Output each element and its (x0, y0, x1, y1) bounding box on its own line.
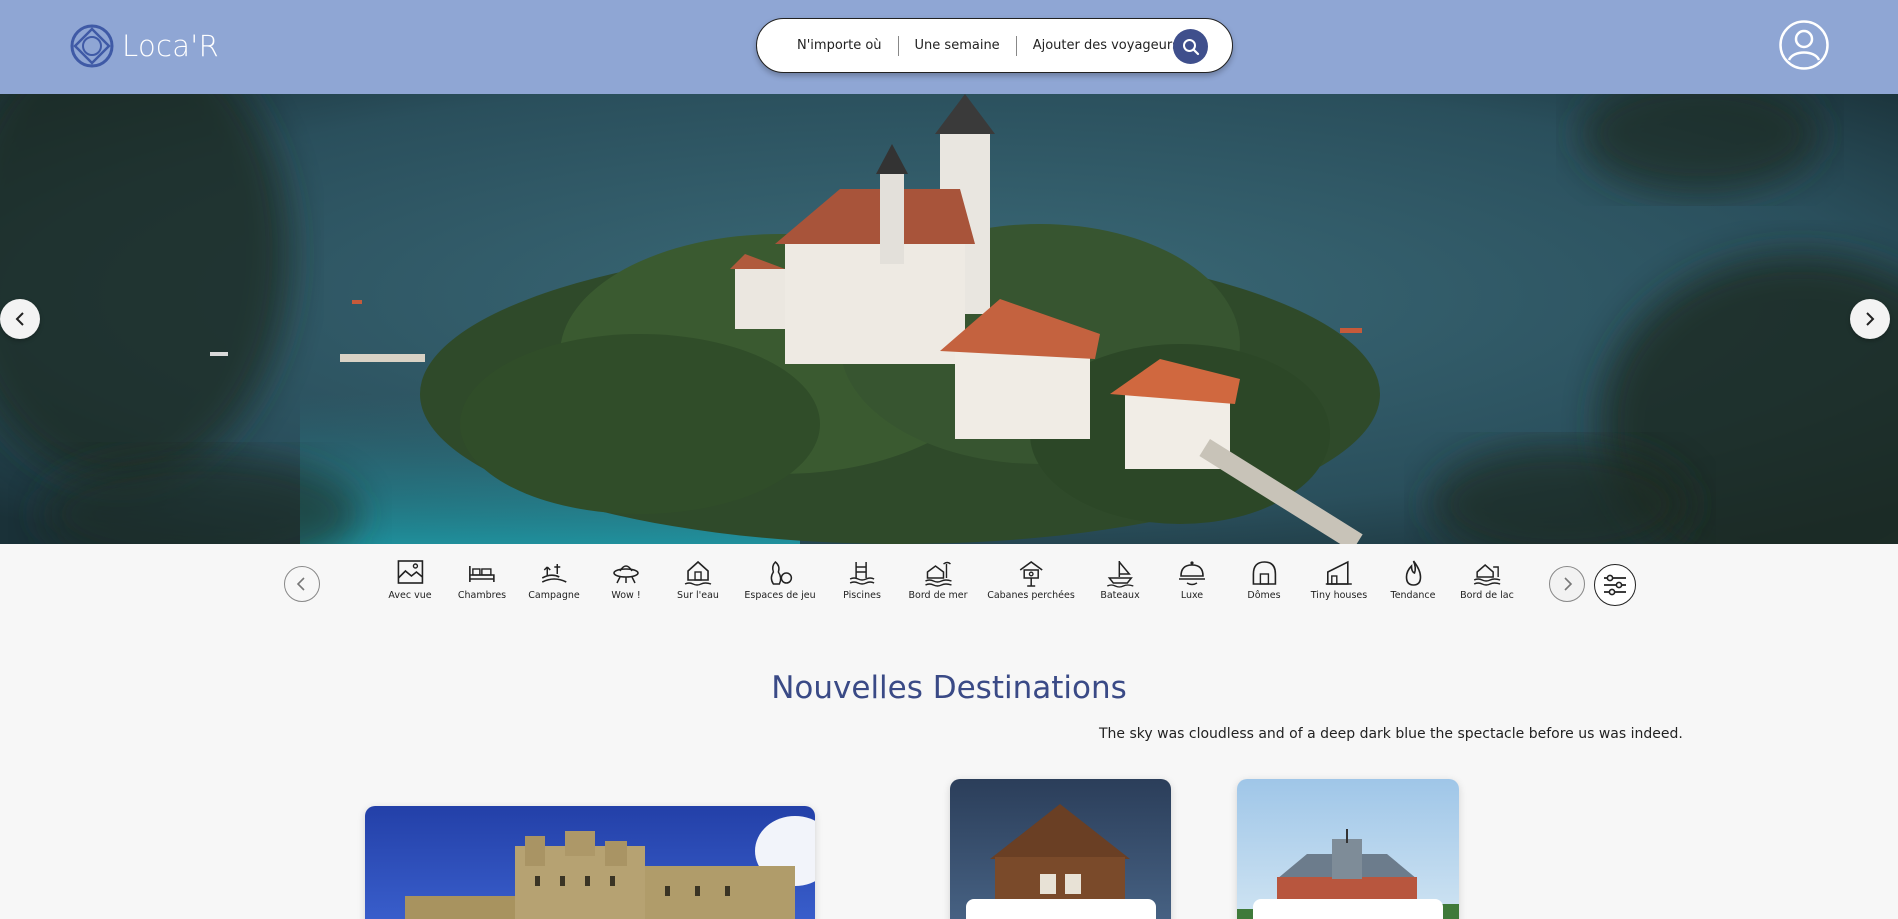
chevron-right-icon (1866, 312, 1875, 326)
categories-next-button[interactable] (1549, 566, 1585, 602)
landscape-frame-icon (397, 560, 423, 584)
search-bar[interactable]: N'importe où Une semaine Ajouter des voy… (756, 18, 1233, 73)
category-label: Campagne (528, 590, 580, 601)
category-luxe[interactable]: Luxe (1177, 558, 1207, 601)
logo-mark-icon (70, 24, 114, 68)
hero-image (0, 94, 1898, 544)
category-label: Cabanes perchées (987, 590, 1075, 601)
manor-image (1237, 779, 1459, 919)
category-domes[interactable]: Dômes (1247, 558, 1281, 601)
category-bord-de-mer[interactable]: Bord de mer (908, 558, 968, 601)
category-label: Luxe (1180, 590, 1204, 601)
category-cabanes-perchees[interactable]: Cabanes perchées (987, 558, 1075, 601)
category-chambres[interactable]: Chambres (458, 558, 506, 601)
destination-card[interactable] (365, 806, 815, 919)
beach-house-icon (924, 561, 952, 587)
category-bateaux[interactable]: Bateaux (1100, 558, 1140, 601)
search-icon (1182, 38, 1199, 55)
pool-icon (849, 562, 875, 585)
bowling-icon (770, 560, 792, 585)
section-subtitle: The sky was cloudless and of a deep dark… (1099, 726, 1683, 742)
account-icon[interactable] (1779, 20, 1829, 70)
countryside-icon (541, 564, 567, 583)
site-header: Loca'R N'importe où Une semaine Ajouter … (0, 0, 1898, 94)
chevron-right-icon (1564, 577, 1573, 591)
search-who[interactable]: Ajouter des voyageurs (1033, 38, 1179, 53)
search-divider (1015, 35, 1017, 56)
search-when[interactable]: Une semaine (915, 38, 1000, 53)
category-piscines[interactable]: Piscines (843, 558, 881, 601)
bed-icon (469, 566, 495, 582)
card-caption (966, 899, 1156, 919)
flame-icon (1405, 560, 1421, 586)
search-button[interactable] (1173, 29, 1208, 64)
category-label: Bord de lac (1460, 590, 1514, 601)
cloche-icon (1179, 561, 1205, 586)
category-label: Dômes (1247, 590, 1281, 601)
boat-icon (1106, 561, 1134, 588)
ufo-icon (613, 565, 639, 584)
hero-prev-button[interactable] (0, 299, 40, 339)
chevron-left-icon (15, 312, 24, 326)
logo-text: Loca'R (122, 29, 220, 63)
category-label: Tendance (1390, 590, 1436, 601)
category-label: Bateaux (1100, 590, 1140, 601)
logo[interactable]: Loca'R (70, 24, 219, 68)
search-divider (897, 35, 899, 56)
tiny-house-icon (1325, 560, 1352, 585)
sliders-icon (1604, 574, 1626, 596)
dome-icon (1252, 561, 1276, 585)
card-caption (1253, 899, 1443, 919)
hero-carousel (0, 94, 1898, 544)
category-label: Wow ! (611, 590, 641, 601)
category-label: Sur l'eau (677, 590, 719, 601)
wooden-house-image (950, 779, 1171, 919)
category-label: Bord de mer (908, 590, 968, 601)
hero-next-button[interactable] (1850, 299, 1890, 339)
lake-house-icon (1473, 564, 1501, 586)
category-tiny-houses[interactable]: Tiny houses (1311, 558, 1367, 601)
destination-card[interactable] (1237, 779, 1459, 919)
category-label: Espaces de jeu (744, 590, 816, 601)
category-label: Avec vue (388, 590, 432, 601)
category-wow[interactable]: Wow ! (611, 558, 641, 601)
search-where[interactable]: N'importe où (797, 38, 882, 53)
filters-button[interactable] (1594, 564, 1636, 606)
category-avec-vue[interactable]: Avec vue (388, 558, 432, 601)
category-label: Piscines (843, 590, 881, 601)
category-bord-de-lac[interactable]: Bord de lac (1460, 558, 1514, 601)
house-on-water-icon (684, 560, 712, 586)
category-label: Tiny houses (1310, 590, 1368, 601)
section-title: Nouvelles Destinations (771, 670, 1127, 706)
category-campagne[interactable]: Campagne (528, 558, 580, 601)
category-espaces-de-jeu[interactable]: Espaces de jeu (744, 558, 816, 601)
destination-card[interactable] (950, 779, 1171, 919)
category-tendance[interactable]: Tendance (1391, 558, 1436, 601)
category-label: Chambres (457, 590, 507, 601)
castle-image (365, 806, 815, 919)
treehouse-icon (1019, 561, 1043, 587)
category-sur-leau[interactable]: Sur l'eau (677, 558, 719, 601)
